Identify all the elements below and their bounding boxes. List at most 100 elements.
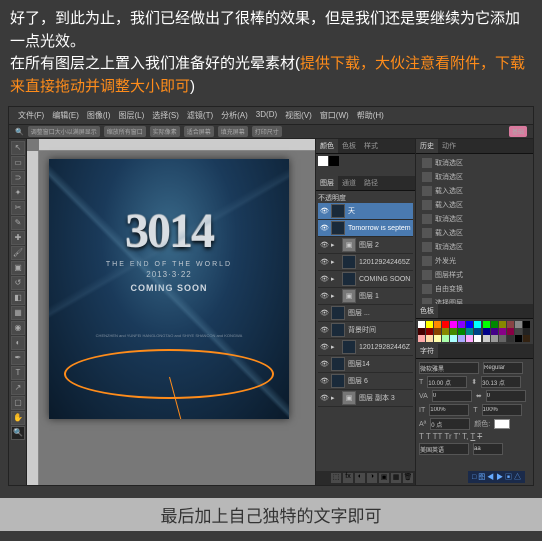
visibility-icon[interactable]: 👁: [320, 309, 328, 317]
swatch[interactable]: [466, 328, 473, 335]
swatch[interactable]: [474, 335, 481, 342]
swatch[interactable]: [483, 335, 490, 342]
swatch[interactable]: [434, 321, 441, 328]
brush-tool[interactable]: 🖌: [11, 246, 25, 260]
layer-row[interactable]: 👁天: [318, 203, 413, 220]
leading[interactable]: [481, 376, 521, 388]
opt-fill[interactable]: 填充屏幕: [218, 126, 248, 137]
layer-row[interactable]: 👁▸▣图层 副本 3: [318, 390, 413, 407]
visibility-icon[interactable]: 👁: [320, 224, 328, 232]
hscale[interactable]: [482, 404, 522, 416]
move-tool[interactable]: ↖: [11, 141, 25, 155]
layer-row[interactable]: 👁Tomorrow is september 18 ...: [318, 220, 413, 237]
trash-icon[interactable]: 🗑: [403, 473, 413, 483]
dodge-tool[interactable]: ◐: [11, 336, 25, 350]
swatch[interactable]: [499, 328, 506, 335]
swatch[interactable]: [458, 321, 465, 328]
tab-styles[interactable]: 样式: [360, 139, 382, 153]
menu-edit[interactable]: 编辑(E): [49, 109, 82, 122]
visibility-icon[interactable]: 👁: [320, 292, 328, 300]
text-color[interactable]: [494, 419, 510, 429]
language[interactable]: [419, 443, 469, 455]
menu-filter[interactable]: 滤镜(T): [184, 109, 216, 122]
tab-color[interactable]: 颜色: [316, 139, 338, 153]
visibility-icon[interactable]: 👁: [320, 394, 328, 402]
heal-tool[interactable]: ✚: [11, 231, 25, 245]
swatch[interactable]: [442, 321, 449, 328]
visibility-icon[interactable]: 👁: [320, 360, 328, 368]
menu-analysis[interactable]: 分析(A): [218, 109, 251, 122]
swatch[interactable]: [426, 328, 433, 335]
folder-icon[interactable]: ▣: [379, 473, 389, 483]
menu-view[interactable]: 视图(V): [282, 109, 315, 122]
swatch[interactable]: [507, 328, 514, 335]
history-brush-tool[interactable]: ↺: [11, 276, 25, 290]
swatch[interactable]: [507, 321, 514, 328]
swatch[interactable]: [458, 335, 465, 342]
visibility-icon[interactable]: 👁: [320, 275, 328, 283]
swatch[interactable]: [515, 321, 522, 328]
fx-icon[interactable]: fx: [343, 473, 353, 483]
menu-help[interactable]: 帮助(H): [354, 109, 387, 122]
swatch[interactable]: [466, 321, 473, 328]
menu-select[interactable]: 选择(S): [149, 109, 182, 122]
layer-row[interactable]: 👁▸120129242465Z: [318, 254, 413, 271]
opt-resize[interactable]: 调整窗口大小以满屏显示: [28, 126, 100, 137]
hand-tool[interactable]: ✋: [11, 411, 25, 425]
font-style[interactable]: [483, 362, 523, 374]
swatch[interactable]: [483, 321, 490, 328]
crop-tool[interactable]: ✂: [11, 201, 25, 215]
visibility-icon[interactable]: 👁: [320, 377, 328, 385]
marquee-tool[interactable]: ▭: [11, 156, 25, 170]
gradient-tool[interactable]: ▦: [11, 306, 25, 320]
visibility-icon[interactable]: 👁: [320, 326, 328, 334]
tab-paths[interactable]: 路径: [360, 176, 382, 190]
history-step[interactable]: 取消选区: [418, 212, 531, 226]
tab-actions[interactable]: 动作: [438, 139, 460, 153]
shape-tool[interactable]: ▢: [11, 396, 25, 410]
visibility-icon[interactable]: 👁: [320, 258, 328, 266]
swatch[interactable]: [442, 335, 449, 342]
tab-swatches2[interactable]: 色板: [416, 304, 438, 318]
layer-row[interactable]: 👁背景时间: [318, 322, 413, 339]
menu-file[interactable]: 文件(F): [15, 109, 47, 122]
workspace-button[interactable]: 基础: [509, 126, 527, 137]
tab-channels[interactable]: 通道: [338, 176, 360, 190]
visibility-icon[interactable]: 👁: [320, 207, 328, 215]
history-step[interactable]: 取消选区: [418, 240, 531, 254]
fg-color[interactable]: [318, 156, 328, 166]
eraser-tool[interactable]: ◧: [11, 291, 25, 305]
menu-3d[interactable]: 3D(D): [253, 109, 280, 122]
kerning[interactable]: [432, 390, 472, 402]
swatch[interactable]: [483, 328, 490, 335]
opt-print[interactable]: 打印尺寸: [252, 126, 282, 137]
swatch[interactable]: [499, 321, 506, 328]
menu-image[interactable]: 图像(I): [84, 109, 114, 122]
stamp-tool[interactable]: ▣: [11, 261, 25, 275]
menu-window[interactable]: 窗口(W): [317, 109, 352, 122]
swatch[interactable]: [491, 335, 498, 342]
document-canvas[interactable]: 3014 THE END OF THE WORLD 2013·3·22 COMI…: [49, 159, 289, 419]
layer-row[interactable]: 👁▸▣图层 2: [318, 237, 413, 254]
visibility-icon[interactable]: 👁: [320, 343, 328, 351]
history-step[interactable]: 取消选区: [418, 170, 531, 184]
swatch[interactable]: [450, 321, 457, 328]
layer-row[interactable]: 👁▸▣图层 1: [318, 288, 413, 305]
eyedropper-tool[interactable]: ✎: [11, 216, 25, 230]
history-step[interactable]: 取消选区: [418, 156, 531, 170]
zoom-tool[interactable]: 🔍: [11, 426, 25, 440]
adjust-icon[interactable]: ◑: [367, 473, 377, 483]
swatch[interactable]: [466, 335, 473, 342]
layer-row[interactable]: 👁图层 6: [318, 373, 413, 390]
history-step[interactable]: 外发光: [418, 254, 531, 268]
opt-actual[interactable]: 实际像素: [150, 126, 180, 137]
swatch[interactable]: [434, 328, 441, 335]
swatch[interactable]: [515, 328, 522, 335]
tab-swatches[interactable]: 色板: [338, 139, 360, 153]
menu-layer[interactable]: 图层(L): [115, 109, 147, 122]
history-step[interactable]: 载入选区: [418, 226, 531, 240]
mask-icon[interactable]: ◐: [355, 473, 365, 483]
swatch[interactable]: [523, 335, 530, 342]
opt-fit[interactable]: 适合屏幕: [184, 126, 214, 137]
swatch[interactable]: [523, 328, 530, 335]
